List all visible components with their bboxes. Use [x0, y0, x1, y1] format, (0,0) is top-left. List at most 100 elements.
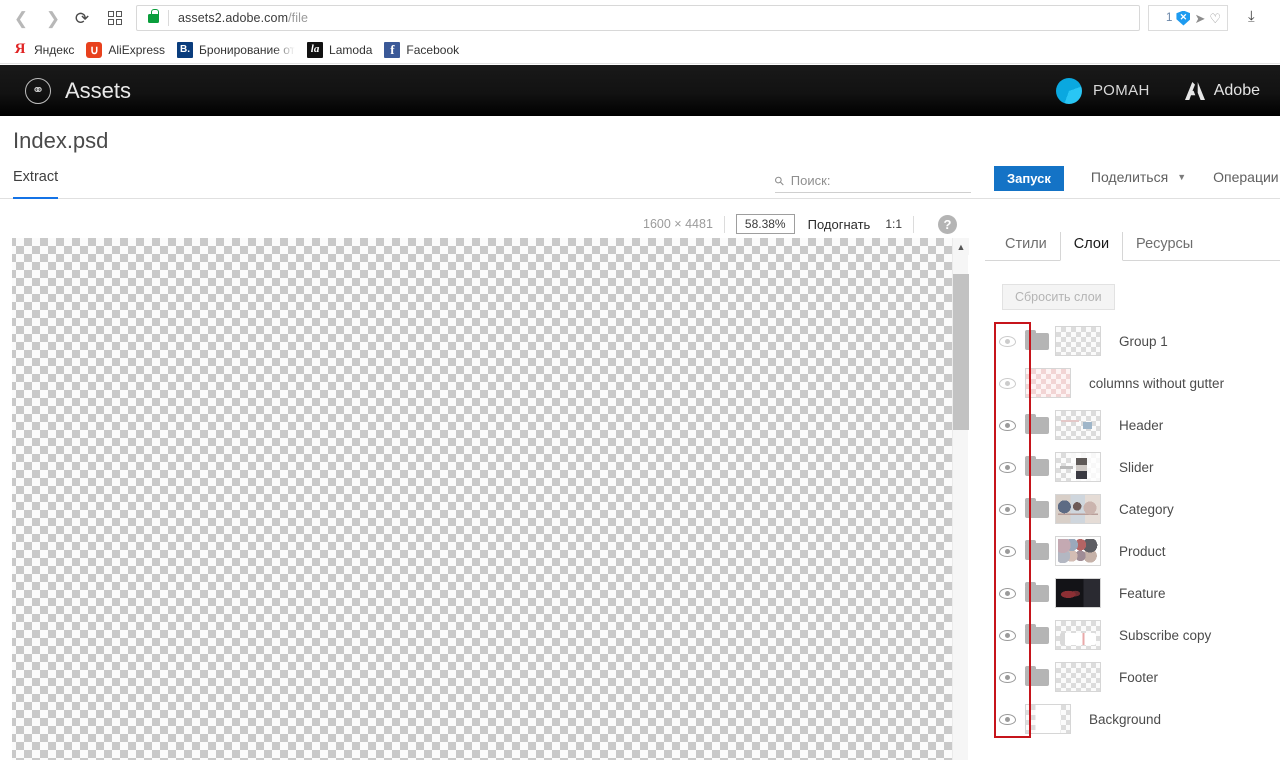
header-right-group: РОМАН Adobe — [1056, 77, 1280, 104]
layer-thumbnail — [1055, 326, 1101, 356]
folder-icon — [1025, 665, 1049, 686]
forward-icon[interactable]: ❯ — [41, 6, 65, 30]
search-input[interactable] — [790, 173, 951, 188]
adblock-shield-icon[interactable]: ✕ — [1176, 10, 1191, 26]
layer-visibility-toggle[interactable] — [989, 377, 1025, 389]
eye-icon — [998, 461, 1016, 473]
operations-menu[interactable]: Операции ▼ — [1213, 169, 1280, 185]
layer-visibility-toggle[interactable] — [989, 419, 1025, 431]
bookmark-label: AliExpress — [108, 42, 166, 57]
bookmark-label: Facebook — [406, 42, 460, 57]
heart-icon[interactable]: ♡ — [1209, 12, 1221, 25]
layer-visibility-toggle[interactable] — [989, 461, 1025, 473]
layer-visibility-toggle[interactable] — [989, 713, 1025, 725]
folder-cell — [1025, 539, 1055, 560]
aliexpress-icon: ∪ — [86, 41, 103, 58]
fit-button[interactable]: Подогнать — [808, 217, 871, 232]
back-icon[interactable]: ❮ — [9, 6, 33, 30]
canvas-viewport[interactable] — [0, 238, 952, 760]
bookmark-label: Яндекс — [34, 42, 75, 57]
eye-icon — [998, 713, 1016, 725]
layer-visibility-toggle[interactable] — [989, 587, 1025, 599]
user-name[interactable]: РОМАН — [1093, 82, 1150, 99]
bookmark-booking[interactable]: B. Бронирование отелей — [173, 39, 303, 61]
browser-toolbar: ❮ ❯ ⟳ assets2.adobe.com/file 1 ✕ ➤ ♡ ⤓ — [0, 0, 1280, 36]
table-row[interactable]: Group 1 — [985, 320, 1280, 362]
reset-layers-button[interactable]: Сбросить слои — [1002, 284, 1115, 310]
table-row[interactable]: Product — [985, 530, 1280, 572]
thumbnail-cell — [1055, 326, 1109, 356]
panel-tabs: Стили Слои Ресурсы — [992, 232, 1207, 261]
layer-visibility-toggle[interactable] — [989, 335, 1025, 347]
bookmark-facebook[interactable]: f Facebook — [380, 39, 467, 61]
booking-icon: B. — [177, 41, 194, 58]
layer-thumbnail — [1025, 368, 1071, 398]
avatar[interactable] — [1056, 77, 1083, 104]
zoom-level-input[interactable]: 58.38% — [735, 214, 795, 234]
table-row[interactable]: Header — [985, 404, 1280, 446]
table-row[interactable]: columns without gutter — [985, 362, 1280, 404]
download-icon[interactable]: ⤓ — [1248, 9, 1264, 26]
app-title: Assets — [65, 77, 132, 103]
lamoda-icon: la — [307, 41, 324, 58]
help-icon[interactable]: ? — [938, 214, 957, 234]
layer-visibility-toggle[interactable] — [989, 629, 1025, 641]
bookmark-yandex[interactable]: Я Яндекс — [8, 39, 82, 61]
operations-label: Операции — [1213, 169, 1279, 185]
table-row[interactable]: Feature — [985, 572, 1280, 614]
adobe-logo-icon — [1184, 81, 1206, 101]
table-row[interactable]: Category — [985, 488, 1280, 530]
share-menu[interactable]: Поделиться ▼ — [1091, 169, 1186, 185]
layer-visibility-toggle[interactable] — [989, 671, 1025, 683]
table-row[interactable]: Background — [985, 698, 1280, 740]
folder-icon — [1025, 413, 1049, 434]
search-field[interactable]: ⚲ — [771, 169, 971, 193]
layer-visibility-toggle[interactable] — [989, 545, 1025, 557]
thumbnail-cell — [1055, 410, 1109, 440]
bookmark-aliexpress[interactable]: ∪ AliExpress — [82, 39, 173, 61]
layer-name: Feature — [1119, 585, 1166, 601]
layer-thumbnail — [1055, 662, 1101, 692]
creative-cloud-logo-icon[interactable]: ⚭ — [25, 77, 51, 104]
layer-thumbnail — [1055, 536, 1101, 566]
thumbnail-art — [1056, 327, 1100, 355]
adobe-brand-label: Adobe — [1213, 81, 1260, 99]
layer-name: columns without gutter — [1089, 375, 1225, 391]
send-icon[interactable]: ➤ — [1194, 12, 1205, 25]
tab-styles[interactable]: Стили — [992, 232, 1060, 261]
thumbnail-art — [1056, 495, 1100, 523]
thumbnail-cell — [1055, 452, 1109, 482]
thumbnail-cell — [1025, 704, 1079, 734]
folder-icon — [1025, 539, 1049, 560]
layer-visibility-toggle[interactable] — [989, 503, 1025, 515]
table-row[interactable]: Footer — [985, 656, 1280, 698]
address-bar[interactable]: assets2.adobe.com/file — [136, 5, 1140, 31]
scroll-up-arrow-icon[interactable]: ▲ — [953, 238, 969, 255]
tab-resources[interactable]: Ресурсы — [1123, 232, 1207, 261]
layer-thumbnail — [1055, 452, 1101, 482]
tab-layers[interactable]: Слои — [1059, 232, 1124, 261]
reload-icon[interactable]: ⟳ — [70, 6, 94, 30]
eye-icon — [998, 377, 1016, 389]
transparency-checkerboard — [0, 238, 952, 760]
bookmark-lamoda[interactable]: la Lamoda — [303, 39, 380, 61]
actual-size-button[interactable]: 1:1 — [885, 217, 902, 231]
padlock-icon — [148, 9, 159, 23]
layer-thumbnail — [1025, 704, 1071, 734]
thumbnail-cell — [1025, 368, 1079, 398]
thumbnail-cell — [1055, 536, 1109, 566]
apps-grid-icon[interactable] — [103, 6, 127, 30]
image-dimensions: 1600 × 4481 — [643, 217, 713, 231]
tab-extract[interactable]: Extract — [13, 166, 59, 199]
folder-cell — [1025, 665, 1055, 686]
bookmark-label: Бронирование отелей — [199, 42, 295, 57]
run-button[interactable]: Запуск — [994, 166, 1064, 191]
eye-icon — [998, 671, 1016, 683]
scrollbar-thumb[interactable] — [953, 274, 969, 430]
canvas-toolbar: 1600 × 4481 58.38% Подогнать 1:1 ? — [0, 210, 968, 238]
thumbnail-art — [1026, 705, 1070, 733]
table-row[interactable]: Subscribe copy — [985, 614, 1280, 656]
table-row[interactable]: Slider — [985, 446, 1280, 488]
thumbnail-cell — [1055, 662, 1109, 692]
canvas-vertical-scrollbar[interactable]: ▲ — [952, 238, 969, 760]
